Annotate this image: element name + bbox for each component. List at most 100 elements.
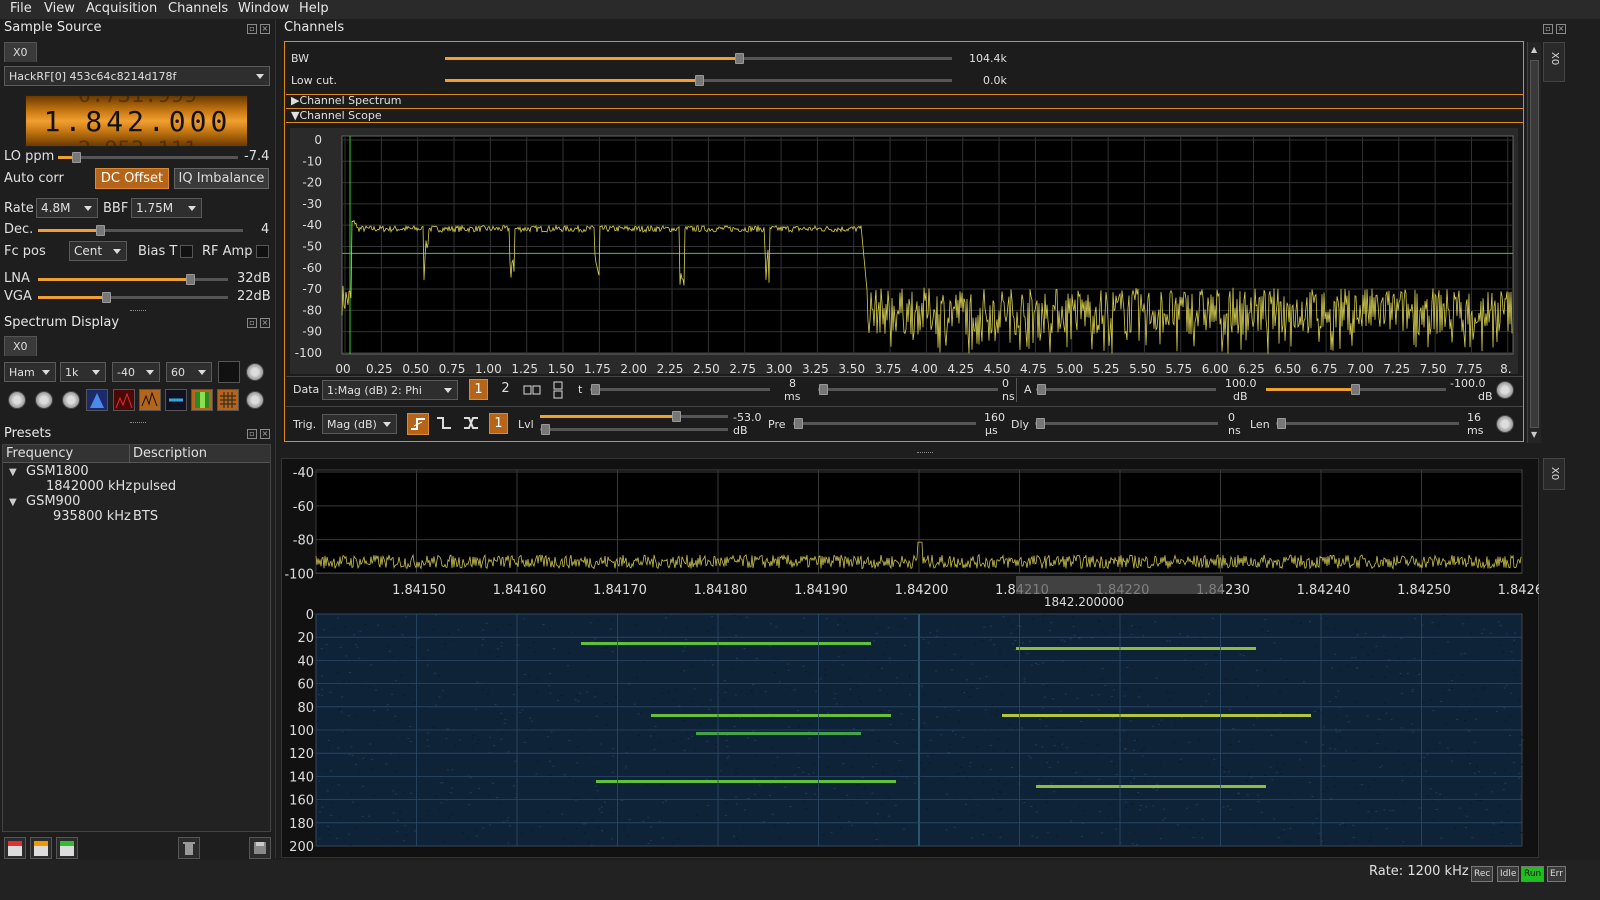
iq-imbalance-toggle[interactable]: IQ Imbalance	[174, 168, 269, 189]
float-icon[interactable]: ▫	[247, 429, 257, 439]
fc-pos-select[interactable]: Cent	[69, 241, 127, 261]
scroll-up-icon[interactable]: ▲	[1531, 45, 1537, 54]
trace-2-button[interactable]: 2	[496, 379, 515, 400]
main-spectrum[interactable]: -40 -60 -80 -100 1.84150 1.84160 1.84170 1.8418…	[281, 458, 1539, 858]
gradient-icon[interactable]	[191, 389, 213, 411]
current-toggle-icon[interactable]	[165, 389, 187, 411]
ref-level-select[interactable]: -40	[112, 362, 160, 382]
splitter-handle[interactable]	[130, 310, 146, 312]
delay-slider[interactable]	[1035, 418, 1218, 429]
trigger-count-button[interactable]: 1	[489, 413, 508, 434]
decimation-slider[interactable]	[38, 225, 243, 236]
scope-plot[interactable]: 0 -10 -20 -30 -40 -50 -60 -70 -80 -90 -100 00 0.25 0.…	[290, 128, 1518, 374]
preset-item-freq[interactable]: 935800 kHz	[53, 509, 131, 524]
time-offset-slider[interactable]	[818, 384, 998, 395]
vga-gain-slider[interactable]	[38, 292, 228, 303]
preset-update-icon[interactable]	[30, 837, 52, 859]
low-cut-slider[interactable]	[445, 75, 952, 86]
stacked-icon[interactable]	[548, 380, 568, 400]
frequency-dial[interactable]: 0.731.999 1.842.000 2.953.111	[25, 95, 248, 147]
preset-group-gsm900[interactable]: GSM900	[26, 494, 80, 509]
amp-offset-slider[interactable]	[1266, 384, 1446, 395]
lna-gain-slider[interactable]	[38, 274, 228, 285]
scrollbar-thumb[interactable]	[1530, 60, 1539, 428]
tab-sample-source-x0[interactable]: X0	[4, 42, 37, 62]
trace-intensity-knob[interactable]	[1496, 381, 1514, 399]
data-mode-select[interactable]: 1:Mag (dB) 2: Phi	[322, 380, 458, 400]
fft-size-select[interactable]: 1k	[60, 362, 106, 382]
rf-amp-checkbox[interactable]	[256, 245, 269, 258]
trace-1-button[interactable]: 1	[469, 379, 488, 400]
float-icon[interactable]: ▫	[1543, 24, 1553, 34]
menu-file[interactable]: File	[10, 1, 32, 16]
trigger-positive-edge-icon[interactable]	[407, 413, 429, 435]
decay-knob[interactable]	[246, 363, 264, 381]
rate-select[interactable]: 4.8M	[36, 198, 98, 218]
histogram-toggle-icon[interactable]	[113, 389, 135, 411]
bias-t-checkbox[interactable]	[180, 245, 193, 258]
averaging-knob[interactable]	[8, 391, 26, 409]
waterfall-toggle-icon[interactable]	[86, 389, 108, 411]
waterfall-knob[interactable]	[62, 391, 80, 409]
preset-group-gsm1800[interactable]: GSM1800	[26, 464, 89, 479]
range-select[interactable]: 60	[166, 362, 212, 382]
presets-tree[interactable]: Frequency Description ▼ GSM1800 1842000 …	[2, 444, 271, 832]
float-icon[interactable]: ▫	[247, 318, 257, 328]
spectrum-x-tick: 1.84150	[392, 583, 446, 598]
color-picker-button[interactable]	[218, 361, 240, 383]
bw-slider[interactable]	[445, 53, 952, 64]
dc-offset-toggle[interactable]: DC Offset	[95, 168, 169, 189]
scroll-down-icon[interactable]: ▼	[1531, 430, 1537, 439]
trigger-mode-select[interactable]: Mag (dB)	[322, 414, 397, 434]
trigger-negative-edge-icon[interactable]	[434, 413, 456, 435]
menu-window[interactable]: Window	[238, 1, 289, 16]
channels-scrollbar[interactable]: ▲ ▼	[1527, 42, 1541, 443]
menu-channels[interactable]: Channels	[168, 1, 228, 16]
save-icon[interactable]	[249, 837, 271, 859]
preset-item-freq[interactable]: 1842000 kHz	[46, 479, 132, 494]
stroke-knob[interactable]	[35, 391, 53, 409]
close-icon[interactable]: ×	[260, 318, 270, 328]
collapse-icon[interactable]: ▼	[9, 467, 17, 478]
trigger-both-edges-icon[interactable]	[461, 413, 483, 435]
level-fine-slider[interactable]	[540, 424, 728, 435]
lo-ppm-slider[interactable]	[58, 152, 238, 163]
idle-indicator: Idle	[1497, 866, 1520, 882]
float-icon[interactable]: ▫	[247, 24, 257, 34]
presets-col-description[interactable]: Description	[133, 446, 207, 461]
amp-slider[interactable]	[1036, 384, 1216, 395]
vertical-splitter[interactable]	[275, 20, 278, 858]
channels-side-tab[interactable]: X0	[1543, 42, 1565, 82]
channel-scope-expander[interactable]: ▼Channel Scope	[291, 109, 382, 122]
close-icon[interactable]: ×	[1556, 24, 1566, 34]
presets-col-frequency[interactable]: Frequency	[6, 446, 73, 461]
bias-t-label: Bias T	[138, 244, 178, 259]
close-icon[interactable]: ×	[260, 429, 270, 439]
menu-view[interactable]: View	[44, 1, 75, 16]
menu-help[interactable]: Help	[299, 1, 329, 16]
chevron-down-icon	[42, 370, 50, 375]
grid-icon[interactable]	[217, 389, 239, 411]
tab-spectrum-display-x0[interactable]: X0	[4, 336, 37, 356]
preset-delete-icon[interactable]	[4, 837, 26, 859]
collapse-icon[interactable]: ▼	[9, 497, 17, 508]
length-slider[interactable]	[1276, 418, 1459, 429]
grid-intensity-knob[interactable]	[246, 391, 264, 409]
time-slider[interactable]	[590, 384, 770, 395]
menu-acquisition[interactable]: Acquisition	[86, 1, 157, 16]
splitter-handle[interactable]	[917, 452, 933, 453]
fft-window-select[interactable]: Ham	[4, 362, 56, 382]
pre-trigger-slider[interactable]	[793, 418, 976, 429]
splitter-handle[interactable]	[130, 422, 146, 423]
preset-add-icon[interactable]	[56, 837, 78, 859]
channel-spectrum-expander[interactable]: ▶Channel Spectrum	[291, 94, 401, 107]
device-select[interactable]: HackRF[0] 453c64c8214d178f	[4, 66, 270, 86]
level-coarse-slider[interactable]	[540, 411, 728, 422]
close-icon[interactable]: ×	[260, 24, 270, 34]
spectrum-side-tab[interactable]: X0	[1543, 458, 1565, 490]
trigger-intensity-knob[interactable]	[1496, 415, 1514, 433]
trash-icon[interactable]	[178, 837, 200, 859]
max-hold-icon[interactable]	[139, 389, 161, 411]
bbf-select[interactable]: 1.75M	[131, 198, 202, 218]
side-by-side-icon[interactable]	[522, 380, 542, 400]
